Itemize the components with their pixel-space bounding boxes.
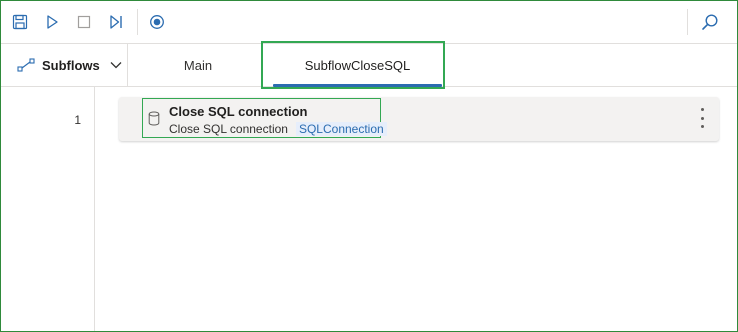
- stop-button[interactable]: [71, 9, 97, 35]
- line-number-gutter: 1: [1, 87, 95, 331]
- chevron-down-icon: [110, 61, 122, 69]
- subflow-icon: [17, 56, 35, 74]
- action-row[interactable]: Close SQL connection Close SQL connectio…: [119, 97, 719, 141]
- more-options-button[interactable]: [697, 108, 707, 128]
- tab-label: SubflowCloseSQL: [304, 57, 411, 73]
- database-icon: [148, 111, 160, 131]
- subflows-dropdown[interactable]: Subflows: [1, 44, 128, 86]
- tab-subflowclosesql[interactable]: SubflowCloseSQL: [269, 44, 446, 87]
- search-button[interactable]: [697, 9, 723, 35]
- action-description-text: Close SQL connection: [169, 122, 288, 136]
- run-next-action-icon: [110, 15, 122, 29]
- tab-main[interactable]: Main: [131, 44, 265, 86]
- tabs-bar: Subflows Main SubflowCloseSQL: [1, 44, 737, 87]
- kebab-dot: [700, 116, 704, 120]
- selected-tab-indicator: [273, 84, 442, 87]
- action-description: Close SQL connection SQLConnection: [169, 122, 387, 136]
- record-button[interactable]: [144, 9, 170, 35]
- toolbar-divider: [137, 9, 138, 35]
- record-icon: [150, 15, 164, 29]
- run-next-action-button[interactable]: [103, 9, 129, 35]
- toolbar-divider: [687, 9, 688, 35]
- subflows-label: Subflows: [42, 57, 100, 73]
- action-highlight-box: Close SQL connection Close SQL connectio…: [142, 98, 387, 138]
- flow-designer-window: Subflows Main SubflowCloseSQL 1 Close SQ…: [0, 0, 738, 332]
- save-icon: [12, 14, 28, 30]
- tab-label: Main: [183, 57, 213, 73]
- run-button[interactable]: [39, 9, 65, 35]
- variable-token[interactable]: SQLConnection: [295, 122, 387, 136]
- line-number: 1: [74, 113, 81, 127]
- toolbar: [1, 1, 737, 44]
- kebab-dot: [700, 125, 704, 128]
- stop-icon: [77, 15, 91, 29]
- save-button[interactable]: [7, 9, 33, 35]
- run-icon: [47, 15, 58, 29]
- search-icon: [702, 14, 718, 30]
- action-title: Close SQL connection: [169, 104, 308, 119]
- kebab-dot: [700, 108, 704, 111]
